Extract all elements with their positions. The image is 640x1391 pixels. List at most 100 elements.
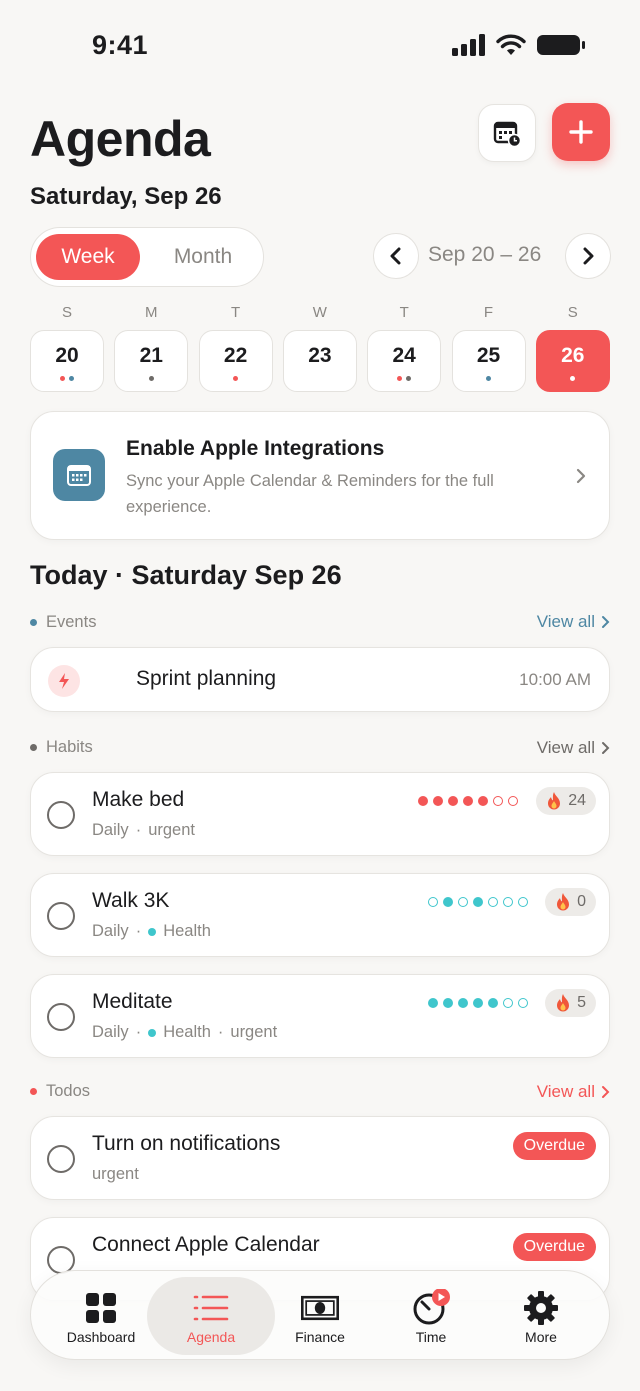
todos-section-label: Todos	[30, 1082, 90, 1101]
event-item[interactable]: Sprint planning 10:00 AM	[30, 647, 610, 712]
habit-item[interactable]: Meditate Daily · Health · urgent 5	[30, 974, 610, 1058]
streak-dot-filled	[418, 796, 428, 806]
status-icons	[452, 34, 586, 56]
todo-item[interactable]: Turn on notifications urgent Overdue	[30, 1116, 610, 1200]
todos-view-all-link[interactable]: View all	[537, 1082, 610, 1102]
lightning-icon	[48, 665, 80, 697]
tab-dashboard[interactable]: Dashboard	[46, 1271, 156, 1361]
flame-icon	[557, 994, 570, 1012]
event-dots	[453, 376, 525, 381]
tab-agenda[interactable]: Agenda	[156, 1271, 266, 1361]
event-dot	[60, 376, 65, 381]
chevron-right-icon	[583, 247, 594, 265]
streak-dot-empty	[518, 897, 528, 907]
day-column: T 22	[198, 304, 273, 392]
streak-dot-filled	[463, 796, 473, 806]
day-number: 25	[476, 344, 501, 367]
event-dots	[537, 376, 609, 381]
habit-item[interactable]: Walk 3K Daily · Health 0	[30, 873, 610, 957]
streak-dot-empty	[508, 796, 518, 806]
day-column: F 25	[451, 304, 526, 392]
month-toggle-button[interactable]: Month	[153, 234, 253, 280]
habit-frequency: Daily	[92, 821, 129, 839]
apple-integrations-banner[interactable]: Enable Apple Integrations Sync your Appl…	[30, 411, 610, 540]
streak-dot-filled	[488, 998, 498, 1008]
events-view-all-link[interactable]: View all	[537, 612, 610, 632]
day-column: W 23	[282, 304, 357, 392]
habits-dot	[30, 744, 37, 751]
habit-tag: Health	[163, 1023, 211, 1041]
day-cell[interactable]: 21	[114, 330, 189, 392]
day-cell[interactable]: 22	[198, 330, 273, 392]
next-week-button[interactable]	[565, 233, 611, 279]
view-toggle: Week Month	[30, 227, 264, 287]
event-title: Sprint planning	[136, 667, 277, 690]
view-all-text: View all	[536, 738, 595, 757]
date-range-label: Sep 20 – 26	[428, 243, 542, 266]
tab-more[interactable]: More	[486, 1271, 596, 1361]
day-number: 24	[392, 344, 416, 367]
habit-meta: Daily · Health · urgent	[92, 1023, 277, 1042]
event-dot	[233, 376, 239, 381]
day-cell[interactable]: 24	[367, 330, 442, 392]
tab-finance[interactable]: Finance	[265, 1271, 375, 1361]
day-column: T 24	[367, 304, 442, 392]
day-cell[interactable]: 20	[30, 330, 104, 392]
habit-checkbox[interactable]	[47, 801, 75, 829]
timer-icon	[412, 1289, 450, 1327]
cellular-signal-icon	[452, 34, 485, 56]
event-dots	[115, 376, 187, 381]
streak-dot-filled	[428, 998, 438, 1008]
todo-title: Connect Apple Calendar	[92, 1233, 320, 1256]
today-heading: Today · Saturday Sep 26	[30, 560, 342, 590]
day-number: 20	[55, 344, 79, 367]
week-toggle-button[interactable]: Week	[36, 234, 140, 280]
tab-time[interactable]: Time	[376, 1271, 486, 1361]
chevron-right-icon	[602, 616, 610, 628]
day-letter: F	[483, 304, 494, 321]
previous-week-button[interactable]	[373, 233, 419, 279]
streak-history	[428, 896, 528, 908]
tag-dot	[148, 927, 157, 936]
habit-item[interactable]: Make bed Daily · urgent 24	[30, 772, 610, 856]
tab-bar: Dashboard Agenda Finance Time More	[30, 1270, 610, 1360]
streak-badge: 24	[536, 787, 596, 815]
day-letter: M	[145, 304, 158, 321]
plus-icon	[569, 120, 593, 144]
habit-checkbox[interactable]	[47, 1003, 75, 1031]
habit-checkbox[interactable]	[47, 902, 75, 930]
battery-icon	[537, 35, 585, 55]
streak-dot-filled	[478, 796, 488, 806]
streak-dot-empty	[428, 897, 438, 907]
streak-dot-filled	[473, 998, 483, 1008]
meta-separator: ·	[217, 1023, 224, 1041]
day-cell[interactable]: 23	[282, 330, 357, 392]
streak-history	[418, 795, 518, 807]
todo-meta: urgent	[92, 1165, 139, 1183]
day-letter: T	[399, 304, 409, 321]
calendar-button[interactable]	[478, 104, 536, 162]
day-column: M 21	[114, 304, 189, 392]
events-dot	[30, 619, 37, 626]
add-button[interactable]	[552, 103, 610, 161]
calendar-app-icon	[53, 449, 105, 501]
habits-view-all-link[interactable]: View all	[537, 738, 610, 758]
streak-badge: 5	[545, 989, 596, 1017]
chevron-right-icon	[602, 1086, 610, 1098]
habit-frequency: Daily	[92, 1023, 129, 1041]
habit-tag: Health	[163, 922, 211, 940]
banner-description: Sync your Apple Calendar & Reminders for…	[126, 472, 494, 516]
status-time: 9:41	[92, 30, 149, 60]
meta-separator: ·	[135, 922, 142, 940]
todo-checkbox[interactable]	[47, 1145, 75, 1173]
event-time: 10:00 AM	[519, 670, 591, 689]
gear-icon	[522, 1289, 560, 1327]
streak-dot-filled	[448, 796, 458, 806]
streak-dot-filled	[443, 897, 453, 907]
day-cell[interactable]: 26	[535, 330, 610, 392]
habit-title: Meditate	[92, 990, 173, 1013]
habit-priority: urgent	[148, 821, 195, 839]
streak-count: 24	[568, 792, 586, 809]
tab-label: Dashboard	[66, 1329, 136, 1345]
day-cell[interactable]: 25	[451, 330, 526, 392]
